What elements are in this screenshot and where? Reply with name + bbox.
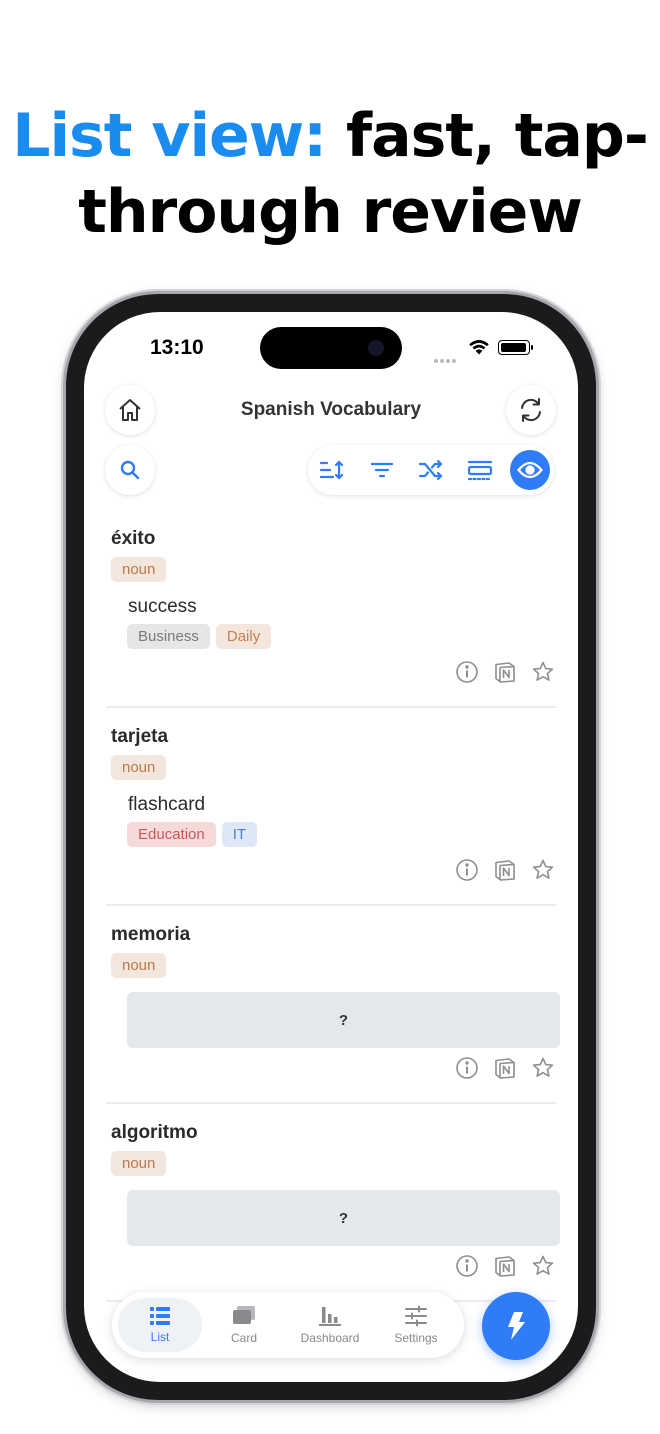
info-icon [456, 1255, 478, 1277]
shuffle-icon [418, 459, 443, 481]
term-text: algoritmo [111, 1122, 198, 1143]
chart-icon [319, 1307, 341, 1326]
favorite-button[interactable] [530, 857, 556, 883]
sort-icon [319, 460, 344, 480]
tab-settings[interactable]: Settings [374, 1298, 458, 1352]
info-button[interactable] [454, 857, 480, 883]
favorite-button[interactable] [530, 1253, 556, 1279]
row-layout-icon [467, 460, 493, 481]
meaning-text: flashcard [128, 794, 206, 815]
pos-badge: noun [111, 755, 167, 780]
wifi-icon [468, 338, 490, 360]
tab-label: Settings [394, 1331, 438, 1345]
tab-label: Dashboard [300, 1331, 360, 1345]
star-icon [532, 1057, 554, 1077]
info-icon [456, 859, 478, 881]
star-icon [532, 661, 554, 681]
notion-button[interactable] [492, 1055, 518, 1081]
info-button[interactable] [454, 1055, 480, 1081]
entry-actions [454, 1055, 556, 1081]
term-text: tarjeta [111, 726, 169, 747]
lightning-icon [508, 1312, 525, 1340]
notion-button[interactable] [492, 1253, 518, 1279]
page-title: Spanish Vocabulary [240, 399, 422, 420]
info-button[interactable] [454, 1253, 480, 1279]
tag-badge: Daily [215, 624, 272, 649]
dynamic-island [260, 327, 402, 369]
sliders-icon [405, 1305, 427, 1327]
tab-label: List [150, 1330, 170, 1344]
list-item[interactable]: tarjeta noun flashcard Education IT [106, 708, 556, 906]
star-icon [532, 1255, 554, 1275]
tab-bar: List Card Dashboard Settings [112, 1292, 464, 1358]
pos-badge: noun [111, 1151, 167, 1176]
notion-button[interactable] [492, 857, 518, 883]
favorite-button[interactable] [530, 1055, 556, 1081]
list-item[interactable]: algoritmo noun ? [106, 1104, 560, 1302]
entry-actions [454, 1253, 556, 1279]
filter-icon [370, 462, 394, 478]
notion-icon [495, 860, 515, 881]
pos-badge: noun [111, 953, 167, 978]
eye-icon [517, 461, 543, 479]
phone-screen: 13:10 Spanish Vocabulary éxito noun succ… [84, 312, 578, 1382]
filter-button[interactable] [364, 452, 400, 488]
info-button[interactable] [454, 659, 480, 685]
marketing-headline: List view: fast, tap-through review [0, 98, 660, 250]
notion-icon [495, 662, 515, 683]
tag-badge: Business [127, 624, 210, 649]
notion-icon [495, 1256, 515, 1277]
pos-badge: noun [111, 557, 167, 582]
info-icon [456, 1057, 478, 1079]
search-button[interactable] [105, 445, 155, 495]
notion-icon [495, 1058, 515, 1079]
list-icon [150, 1307, 170, 1325]
tag-badge: IT [221, 822, 258, 847]
tag-list: Business Daily [127, 624, 272, 649]
reveal-meaning-button[interactable]: ? [127, 1190, 560, 1246]
signal-icon [434, 350, 458, 368]
shuffle-button[interactable] [413, 452, 449, 488]
star-icon [532, 859, 554, 879]
tag-list: Education IT [127, 822, 258, 847]
status-bar: 13:10 [84, 312, 578, 382]
battery-icon [498, 340, 533, 355]
favorite-button[interactable] [530, 659, 556, 685]
tab-label: Card [230, 1331, 257, 1345]
list-item[interactable]: memoria noun ? [106, 906, 560, 1104]
tab-list[interactable]: List [118, 1298, 202, 1352]
entry-actions [454, 857, 556, 883]
tab-dashboard[interactable]: Dashboard [288, 1298, 372, 1352]
visibility-toggle[interactable] [510, 450, 550, 490]
list-toolbar [308, 445, 554, 495]
sync-icon [521, 398, 541, 422]
quick-review-button[interactable] [482, 1292, 550, 1360]
tab-card[interactable]: Card [202, 1298, 286, 1352]
entry-actions [454, 659, 556, 685]
term-text: memoria [111, 924, 191, 945]
reveal-meaning-button[interactable]: ? [127, 992, 560, 1048]
info-icon [456, 661, 478, 683]
search-icon [120, 460, 140, 480]
status-time: 13:10 [150, 336, 204, 359]
tag-badge: Education [127, 822, 216, 847]
list-item[interactable]: éxito noun success Business Daily [106, 510, 556, 708]
camera-icon [368, 340, 384, 356]
layout-button[interactable] [462, 452, 498, 488]
cards-icon [233, 1306, 255, 1324]
term-text: éxito [111, 528, 156, 549]
headline-accent: List view: [12, 101, 327, 171]
meaning-text: success [128, 596, 197, 617]
sync-button[interactable] [506, 385, 556, 435]
notion-button[interactable] [492, 659, 518, 685]
sort-button[interactable] [314, 452, 350, 488]
